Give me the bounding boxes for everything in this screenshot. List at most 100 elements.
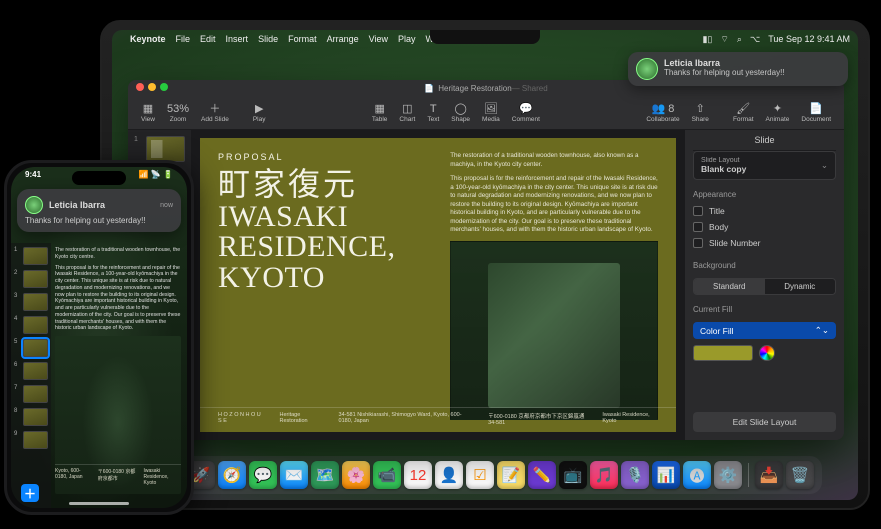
toolbar-collaborate-button[interactable]: 👥 8Collaborate	[641, 103, 684, 123]
wifi-icon[interactable]: ⌔	[720, 34, 728, 45]
background-segmented[interactable]: Standard Dynamic	[693, 278, 836, 295]
status-time: 9:41	[25, 170, 41, 179]
menu-file[interactable]: File	[176, 34, 191, 44]
toolbar-chart-button[interactable]: ◫Chart	[394, 103, 420, 123]
current-fill-label: Current Fill	[693, 305, 836, 314]
dock-keynote-icon[interactable]: 📊	[652, 461, 680, 489]
toolbar-table-button[interactable]: ▦Table	[367, 103, 393, 123]
toolbar-add-slide-button[interactable]: ＋Add Slide	[196, 103, 234, 123]
iphone-notification[interactable]: Leticia Ibarra now Thanks for helping ou…	[17, 189, 181, 232]
slide-thumb[interactable]: 9	[14, 431, 48, 449]
add-slide-button[interactable]: ＋	[21, 484, 39, 502]
status-icons: 📶 📡 🔋	[139, 170, 173, 179]
slide-thumb[interactable]: 6	[14, 362, 48, 380]
toolbar-text-button[interactable]: TText	[422, 103, 444, 123]
dock-facetime-icon[interactable]: 📹	[373, 461, 401, 489]
menu-view[interactable]: View	[369, 34, 388, 44]
slide-thumb[interactable]: 5	[14, 339, 48, 357]
menubar-clock[interactable]: Tue Sep 12 9:41 AM	[768, 34, 850, 44]
slide-paragraph-2[interactable]: This proposal is for the reinforcement a…	[450, 175, 658, 235]
edit-slide-layout-button[interactable]: Edit Slide Layout	[693, 412, 836, 432]
slide-thumb[interactable]: 8	[14, 408, 48, 426]
slide-thumb[interactable]: 1	[134, 136, 185, 162]
slide-title[interactable]: 町家復元 IWASAKI RESIDENCE, KYOTO	[218, 168, 436, 293]
slide-thumb[interactable]: 4	[14, 316, 48, 334]
toolbar-comment-button[interactable]: 💬Comment	[507, 103, 545, 123]
dock-maps-icon[interactable]: 🗺️	[311, 461, 339, 489]
dock-safari-icon[interactable]: 🧭	[218, 461, 246, 489]
home-indicator[interactable]	[69, 502, 129, 505]
seg-dynamic[interactable]: Dynamic	[765, 279, 836, 294]
color-picker-icon[interactable]	[759, 345, 775, 361]
dock-freeform-icon[interactable]: ✏️	[528, 461, 556, 489]
menubar-app-name[interactable]: Keynote	[130, 34, 166, 44]
checkbox-body[interactable]: Body	[693, 222, 836, 232]
toolbar-play-button[interactable]: ▶Play	[248, 103, 271, 123]
dock-tv-icon[interactable]: 📺	[559, 461, 587, 489]
iphone-slide-navigator[interactable]: 1 2 3 4 5 6 7 8 9	[11, 243, 51, 508]
dock-notes-icon[interactable]: 📝	[497, 461, 525, 489]
toolbar-format-button[interactable]: 🖌Format	[728, 103, 759, 123]
dock-systemsettings-icon[interactable]: ⚙️	[714, 461, 742, 489]
slide-thumb[interactable]: 3	[14, 293, 48, 311]
slide-canvas[interactable]: PROPOSAL 町家復元 IWASAKI RESIDENCE, KYOTO T…	[192, 130, 684, 440]
inspector-tab-slide[interactable]: Slide	[693, 130, 836, 151]
mac-notification[interactable]: Leticia Ibarra Thanks for helping out ye…	[628, 52, 848, 86]
fill-type-select[interactable]: Color Fill ⌃⌄	[693, 322, 836, 339]
toolbar-shape-button[interactable]: ◯Shape	[446, 103, 475, 123]
dock-calendar-icon[interactable]: 12	[404, 461, 432, 489]
dock-appstore-icon[interactable]: 🅐	[683, 461, 711, 489]
menu-format[interactable]: Format	[288, 34, 317, 44]
toolbar-view-button[interactable]: ▦View	[136, 103, 160, 123]
toolbar-media-button[interactable]: 🖼Media	[477, 103, 505, 123]
menu-play[interactable]: Play	[398, 34, 416, 44]
dock-messages-icon[interactable]: 💬	[249, 461, 277, 489]
dock-trash-icon[interactable]: 🗑️	[786, 461, 814, 489]
checkbox-slide-number[interactable]: Slide Number	[693, 238, 836, 248]
maximize-icon[interactable]	[160, 83, 168, 91]
slide-thumb[interactable]: 7	[14, 385, 48, 403]
fill-color-swatch[interactable]	[693, 345, 753, 361]
dock-photos-icon[interactable]: 🌸	[342, 461, 370, 489]
dynamic-island	[72, 171, 126, 185]
dock-podcasts-icon[interactable]: 🎙️	[621, 461, 649, 489]
slide-paragraph-1[interactable]: The restoration of a traditional wooden …	[450, 152, 658, 169]
slide-thumb[interactable]: 1	[14, 247, 48, 265]
macbook-device: Keynote File Edit Insert Slide Format Ar…	[100, 20, 870, 510]
iphone-slide-footer: Kyoto, 600-0180, Japan 〒600-0180 京都府京都市 …	[55, 464, 181, 486]
search-icon[interactable]: ⌕	[737, 34, 742, 45]
dock-mail-icon[interactable]: ✉️	[280, 461, 308, 489]
avatar	[25, 196, 43, 214]
toolbar-animate-button[interactable]: ✦Animate	[761, 103, 795, 123]
slide-photo[interactable]	[450, 241, 658, 421]
control-center-icon[interactable]: ⌥	[750, 34, 760, 45]
dock-divider	[748, 463, 749, 487]
minimize-icon[interactable]	[148, 83, 156, 91]
dock-downloads-icon[interactable]: 📥	[755, 461, 783, 489]
mac-screen: Keynote File Edit Insert Slide Format Ar…	[112, 30, 858, 500]
menu-edit[interactable]: Edit	[200, 34, 216, 44]
slide[interactable]: PROPOSAL 町家復元 IWASAKI RESIDENCE, KYOTO T…	[200, 138, 676, 432]
close-icon[interactable]	[136, 83, 144, 91]
menu-slide[interactable]: Slide	[258, 34, 278, 44]
slide-layout-select[interactable]: Slide Layout Blank copy ⌄	[693, 151, 836, 180]
checkbox-title[interactable]: Title	[693, 206, 836, 216]
menu-insert[interactable]: Insert	[226, 34, 249, 44]
notification-sender: Leticia Ibarra	[49, 200, 105, 210]
seg-standard[interactable]: Standard	[694, 279, 765, 294]
iphone-para-2: This proposal is for the reinforcement a…	[55, 265, 181, 333]
toolbar-document-button[interactable]: 📄Document	[796, 103, 836, 123]
iphone-device: 9:41 📶 📡 🔋 Leticia Ibarra now Thanks for…	[4, 160, 194, 515]
dock-contacts-icon[interactable]: 👤	[435, 461, 463, 489]
slide-thumb[interactable]: 2	[14, 270, 48, 288]
dock[interactable]: 🙂 🚀 🧭 💬 ✉️ 🗺️ 🌸 📹 12 👤 ☑︎ 📝 ✏️ 📺 🎵 🎙️ 📊 …	[148, 456, 822, 494]
toolbar-share-button[interactable]: ⇧Share	[687, 103, 714, 123]
dock-music-icon[interactable]: 🎵	[590, 461, 618, 489]
window-traffic-lights[interactable]	[136, 83, 168, 91]
battery-icon[interactable]: ▮▯	[702, 34, 712, 45]
dock-reminders-icon[interactable]: ☑︎	[466, 461, 494, 489]
menu-arrange[interactable]: Arrange	[327, 34, 359, 44]
chevron-down-icon: ⌄	[821, 160, 828, 171]
toolbar-zoom-button[interactable]: 53%Zoom	[162, 103, 194, 123]
iphone-slide-canvas[interactable]: The restoration of a traditional wooden …	[51, 243, 187, 508]
